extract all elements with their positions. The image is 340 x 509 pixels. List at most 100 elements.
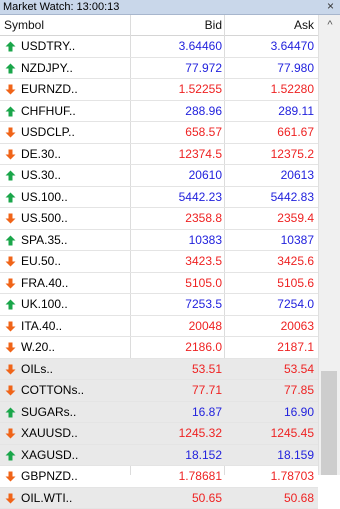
bid-price: 2358.8 (130, 208, 222, 228)
bid-price: 2186.0 (130, 337, 222, 357)
symbol-list: USDTRY..3.644603.64470NZDJPY..77.97277.9… (0, 36, 318, 509)
table-row[interactable]: SUGARs.. 16.8716.90 (0, 402, 318, 424)
arrow-down-icon (5, 213, 16, 224)
arrow-down-icon (5, 428, 16, 439)
bid-price: 18.152 (130, 445, 222, 465)
table-row[interactable]: GBPNZD.. 1.786811.78703 (0, 466, 318, 488)
bid-price: 12374.5 (130, 144, 222, 164)
symbol-name: COTTONs.. (21, 380, 84, 400)
symbol-name: ITA.40.. (21, 316, 62, 336)
bid-price: 16.87 (130, 402, 222, 422)
bid-price: 3.64460 (130, 36, 222, 56)
symbol-name: USDCLP.. (21, 122, 75, 142)
symbol-name: US.100.. (21, 187, 68, 207)
close-icon[interactable]: × (327, 0, 334, 13)
bid-price: 10383 (130, 230, 222, 250)
table-row[interactable]: USDCLP..658.57661.67 (0, 122, 318, 144)
table-row[interactable]: COTTONs..77.7177.85 (0, 380, 318, 402)
arrow-down-icon (5, 256, 16, 267)
table-row[interactable]: W.20..2186.02187.1 (0, 337, 318, 359)
table-row[interactable]: FRA.40..5105.05105.6 (0, 273, 318, 295)
symbol-name: OILs.. (21, 359, 53, 379)
ask-price: 1245.45 (224, 423, 314, 443)
symbol-name: CHFHUF.. (21, 101, 76, 121)
window-title: Market Watch: 13:00:13 (3, 0, 119, 14)
bid-price: 7253.5 (130, 294, 222, 314)
ask-price: 1.78703 (224, 466, 314, 486)
table-row[interactable]: US.100..5442.235442.83 (0, 187, 318, 209)
ask-price: 50.68 (224, 488, 314, 508)
bid-price: 1245.32 (130, 423, 222, 443)
market-watch-window: Market Watch: 13:00:13 × Symbol Bid Ask … (0, 0, 340, 475)
table-row[interactable]: CHFHUF..288.96289.11 (0, 101, 318, 123)
ask-price: 53.54 (224, 359, 314, 379)
arrow-up-icon (5, 106, 16, 117)
table-row[interactable]: EU.50.. 3423.53425.6 (0, 251, 318, 273)
ask-price: 20063 (224, 316, 314, 336)
ask-price: 20613 (224, 165, 314, 185)
arrow-up-icon (5, 299, 16, 310)
table-row[interactable]: EURNZD..1.522551.52280 (0, 79, 318, 101)
arrow-up-icon (5, 170, 16, 181)
symbol-name: OIL.WTI.. (21, 488, 72, 508)
table-row[interactable]: XAGUSD.. 18.15218.159 (0, 445, 318, 467)
ask-price: 77.85 (224, 380, 314, 400)
bid-price: 77.972 (130, 58, 222, 78)
arrow-up-icon (5, 450, 16, 461)
symbol-name: EU.50.. (21, 251, 61, 271)
table-row[interactable]: US.30.. 2061020613 (0, 165, 318, 187)
ask-price: 18.159 (224, 445, 314, 465)
arrow-up-icon (5, 192, 16, 203)
ask-price: 3425.6 (224, 251, 314, 271)
bid-price: 20610 (130, 165, 222, 185)
arrow-down-icon (5, 493, 16, 504)
column-header-bid[interactable]: Bid (138, 15, 222, 35)
ask-price: 16.90 (224, 402, 314, 422)
symbol-name: XAUUSD.. (21, 423, 78, 443)
symbol-name: XAGUSD.. (21, 445, 78, 465)
arrow-down-icon (5, 127, 16, 138)
column-header-ask[interactable]: Ask (228, 15, 314, 35)
table-row[interactable]: XAUUSD.. 1245.321245.45 (0, 423, 318, 445)
bid-price: 5442.23 (130, 187, 222, 207)
symbol-name: W.20.. (21, 337, 55, 357)
table-row[interactable]: SPA.35..1038310387 (0, 230, 318, 252)
ask-price: 1.52280 (224, 79, 314, 99)
bid-price: 3423.5 (130, 251, 222, 271)
arrow-up-icon (5, 41, 16, 52)
symbol-name: USDTRY.. (21, 36, 75, 56)
scrollbar-thumb[interactable] (321, 371, 337, 475)
table-row[interactable]: OILs..53.5153.54 (0, 359, 318, 381)
arrow-down-icon (5, 149, 16, 160)
arrow-up-icon (5, 63, 16, 74)
arrow-up-icon (5, 235, 16, 246)
symbol-name: SPA.35.. (21, 230, 67, 250)
arrow-down-icon (5, 471, 16, 482)
bid-price: 288.96 (130, 101, 222, 121)
table-row[interactable]: ITA.40.. 2004820063 (0, 316, 318, 338)
arrow-down-icon (5, 321, 16, 332)
bid-price: 50.65 (130, 488, 222, 508)
arrow-down-icon (5, 342, 16, 353)
table-row[interactable]: US.500..2358.82359.4 (0, 208, 318, 230)
symbol-name: US.30.. (21, 165, 61, 185)
table-row[interactable]: OIL.WTI.. 50.6550.68 (0, 488, 318, 509)
symbol-name: SUGARs.. (21, 402, 76, 422)
table-row[interactable]: NZDJPY..77.97277.980 (0, 58, 318, 80)
table-header: Symbol Bid Ask (0, 15, 318, 36)
bid-price: 658.57 (130, 122, 222, 142)
symbol-name: UK.100.. (21, 294, 68, 314)
scroll-up-icon[interactable]: ^ (319, 15, 340, 35)
symbol-name: FRA.40.. (21, 273, 68, 293)
ask-price: 77.980 (224, 58, 314, 78)
column-header-symbol[interactable]: Symbol (4, 15, 44, 35)
table-row[interactable]: DE.30..12374.512375.2 (0, 144, 318, 166)
table-row[interactable]: USDTRY..3.644603.64470 (0, 36, 318, 58)
bid-price: 1.78681 (130, 466, 222, 486)
symbol-name: GBPNZD.. (21, 466, 78, 486)
table-row[interactable]: UK.100.. 7253.57254.0 (0, 294, 318, 316)
arrow-down-icon (5, 385, 16, 396)
bid-price: 20048 (130, 316, 222, 336)
vertical-scrollbar[interactable]: ^ (318, 15, 340, 475)
ask-price: 7254.0 (224, 294, 314, 314)
